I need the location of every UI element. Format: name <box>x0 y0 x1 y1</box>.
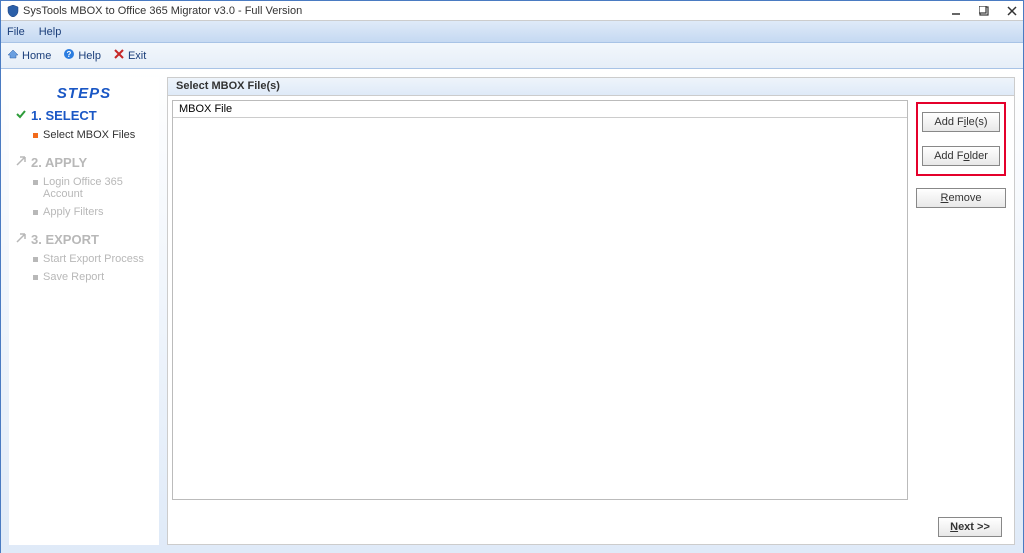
home-icon <box>7 48 19 63</box>
window-title: SysTools MBOX to Office 365 Migrator v3.… <box>23 5 951 17</box>
toolbar-help[interactable]: ? Help <box>63 48 101 63</box>
steps-title: STEPS <box>15 85 153 102</box>
minimize-icon[interactable] <box>951 6 961 16</box>
help-icon: ? <box>63 48 75 63</box>
highlight-box: Add File(s) Add Folder <box>916 102 1006 176</box>
toolbar-home[interactable]: Home <box>7 48 51 63</box>
bullet-icon <box>33 133 38 138</box>
panel-header: Select MBOX File(s) <box>168 78 1014 96</box>
step-3-export: 3. EXPORT <box>15 232 153 247</box>
menu-file[interactable]: File <box>7 26 25 38</box>
next-button[interactable]: Next >> <box>938 517 1002 537</box>
toolbar-exit[interactable]: Exit <box>113 48 146 63</box>
bullet-icon <box>33 257 38 262</box>
app-icon <box>7 5 19 17</box>
menubar: File Help <box>1 21 1023 43</box>
titlebar: SysTools MBOX to Office 365 Migrator v3.… <box>1 1 1023 21</box>
toolbar: Home ? Help Exit <box>1 43 1023 69</box>
main-panel: Select MBOX File(s) MBOX File Add File(s… <box>167 77 1015 545</box>
file-list[interactable]: MBOX File <box>172 100 908 500</box>
add-folder-button[interactable]: Add Folder <box>922 146 1000 166</box>
exit-icon <box>113 48 125 63</box>
steps-sidebar: STEPS 1. SELECT Select MBOX Files 2. APP… <box>9 77 159 545</box>
step-sub-login: Login Office 365 Account <box>33 176 153 200</box>
add-files-button[interactable]: Add File(s) <box>922 112 1000 132</box>
step-sub-save-report: Save Report <box>33 271 153 283</box>
step-sub-select-mbox[interactable]: Select MBOX Files <box>33 129 153 141</box>
close-icon[interactable] <box>1007 6 1017 16</box>
menu-help[interactable]: Help <box>39 26 62 38</box>
step-sub-filters: Apply Filters <box>33 206 153 218</box>
column-header[interactable]: MBOX File <box>173 101 907 118</box>
remove-button[interactable]: Remove <box>916 188 1006 208</box>
arrow-icon <box>15 232 27 247</box>
bullet-icon <box>33 180 38 185</box>
check-icon <box>15 108 27 123</box>
step-2-apply: 2. APPLY <box>15 155 153 170</box>
bullet-icon <box>33 275 38 280</box>
bullet-icon <box>33 210 38 215</box>
arrow-icon <box>15 155 27 170</box>
step-sub-start-export: Start Export Process <box>33 253 153 265</box>
svg-text:?: ? <box>67 50 72 59</box>
maximize-icon[interactable] <box>979 6 989 16</box>
step-1-select: 1. SELECT <box>15 108 153 123</box>
